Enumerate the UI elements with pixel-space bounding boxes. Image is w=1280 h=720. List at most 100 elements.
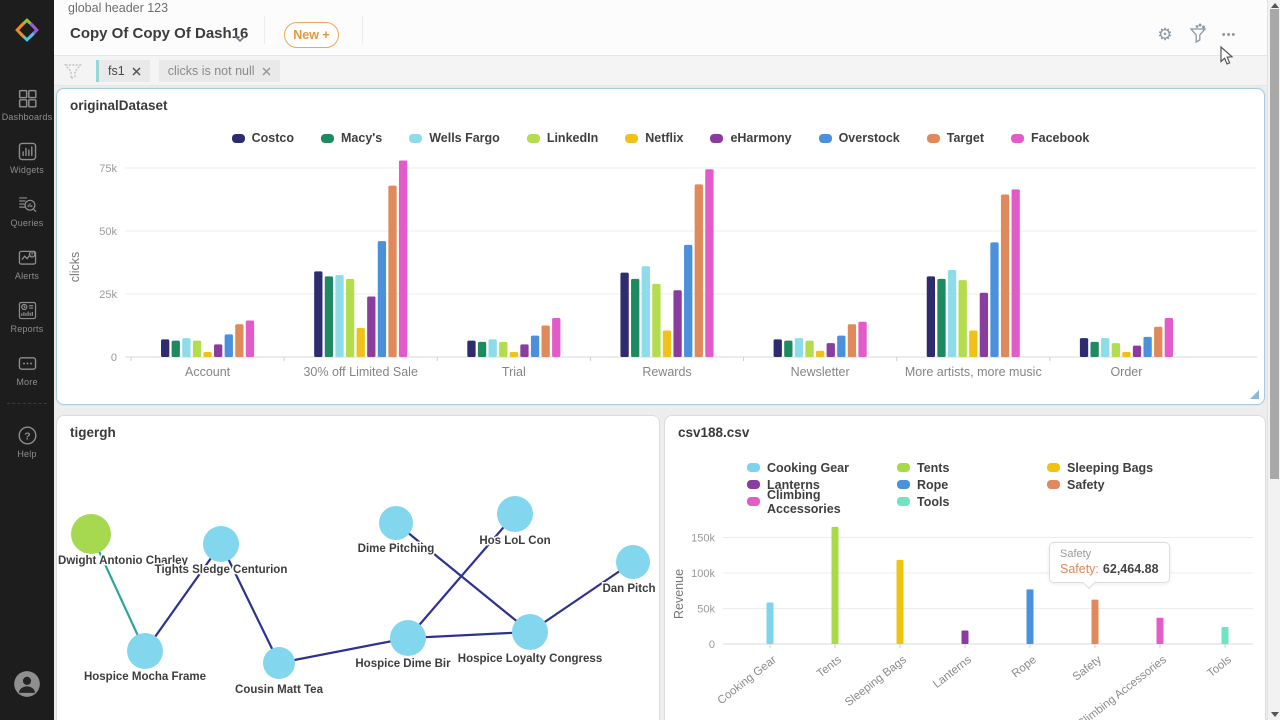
bar[interactable] xyxy=(1012,189,1020,357)
bar[interactable] xyxy=(832,527,839,644)
bar[interactable] xyxy=(897,560,904,644)
widget-csv188[interactable]: csv188.csv Cooking GearLanternsClimbing … xyxy=(664,415,1266,720)
bar[interactable] xyxy=(1133,346,1141,357)
dashboard-title[interactable]: Copy Of Copy Of Dash16 xyxy=(70,25,248,42)
bar[interactable] xyxy=(652,284,660,357)
bar[interactable] xyxy=(1143,337,1151,357)
bar[interactable] xyxy=(1092,600,1099,644)
legend-item[interactable]: Netflix xyxy=(625,131,683,145)
bar[interactable] xyxy=(1122,352,1130,357)
network-node[interactable] xyxy=(379,506,413,540)
network-node[interactable] xyxy=(71,514,111,554)
bar[interactable] xyxy=(695,184,703,357)
bar[interactable] xyxy=(182,338,190,357)
remove-filter-icon[interactable] xyxy=(262,67,271,76)
legend-item[interactable]: LinkedIn xyxy=(527,131,598,145)
bar[interactable] xyxy=(795,338,803,357)
bar[interactable] xyxy=(378,241,386,357)
bar[interactable] xyxy=(858,322,866,357)
legend-item[interactable]: Target xyxy=(927,131,984,145)
bar[interactable] xyxy=(805,341,813,357)
bar[interactable] xyxy=(631,279,639,357)
legend-item[interactable]: Sleeping Bags xyxy=(1047,459,1153,476)
bar[interactable] xyxy=(214,344,222,357)
sidebar-item-alerts[interactable]: Alerts xyxy=(0,237,54,290)
sidebar-item-dashboards[interactable]: Dashboards xyxy=(0,78,54,131)
bar[interactable] xyxy=(478,342,486,357)
legend-item[interactable]: Cooking Gear xyxy=(747,459,897,476)
bar[interactable] xyxy=(225,334,233,357)
bar[interactable] xyxy=(1165,318,1173,357)
scrollbar-thumb[interactable] xyxy=(1270,9,1279,479)
bar[interactable] xyxy=(467,341,475,357)
legend-item[interactable]: Safety xyxy=(1047,476,1153,493)
scrollbar-down-icon[interactable] xyxy=(1271,712,1279,717)
network-node[interactable] xyxy=(263,647,295,679)
user-avatar[interactable] xyxy=(13,670,41,698)
bar[interactable] xyxy=(962,631,969,644)
bar[interactable] xyxy=(314,271,322,357)
legend-item[interactable]: Rope xyxy=(897,476,1047,493)
network-node[interactable] xyxy=(512,614,548,650)
bar[interactable] xyxy=(684,245,692,357)
bar[interactable] xyxy=(927,276,935,357)
bar[interactable] xyxy=(388,186,396,357)
legend-item[interactable]: Costco xyxy=(232,131,294,145)
filter-chip[interactable]: clicks is not null xyxy=(159,60,280,82)
bar[interactable] xyxy=(1154,327,1162,357)
bar[interactable] xyxy=(531,336,539,357)
bar[interactable] xyxy=(1112,343,1120,357)
network-node[interactable] xyxy=(497,496,533,532)
bar[interactable] xyxy=(663,331,671,357)
widget-original-dataset[interactable]: originalDataset CostcoMacy'sWells FargoL… xyxy=(56,88,1265,405)
bar[interactable] xyxy=(848,324,856,357)
sidebar-item-help[interactable]: ? Help xyxy=(0,415,54,468)
bar[interactable] xyxy=(1027,589,1034,644)
bar[interactable] xyxy=(335,275,343,357)
bar[interactable] xyxy=(1157,618,1164,644)
bar[interactable] xyxy=(774,339,782,357)
bar[interactable] xyxy=(499,342,507,357)
bar[interactable] xyxy=(1101,338,1109,357)
bar[interactable] xyxy=(203,352,211,357)
legend-item[interactable]: Tools xyxy=(897,493,1047,510)
network-node[interactable] xyxy=(127,633,163,669)
bar[interactable] xyxy=(705,169,713,357)
scrollbar-up-icon[interactable] xyxy=(1271,3,1279,8)
legend-item[interactable]: Wells Fargo xyxy=(409,131,500,145)
bar[interactable] xyxy=(1001,194,1009,357)
bar[interactable] xyxy=(489,339,497,357)
network-node[interactable] xyxy=(390,620,426,656)
chevron-down-icon[interactable] xyxy=(234,30,246,48)
bar[interactable] xyxy=(827,343,835,357)
more-menu-icon[interactable]: ••• xyxy=(1218,24,1240,46)
legend-item[interactable]: Macy's xyxy=(321,131,382,145)
bar[interactable] xyxy=(172,341,180,357)
bar[interactable] xyxy=(367,297,375,357)
filter-chip[interactable]: fs1 xyxy=(96,60,150,82)
sidebar-item-reports[interactable]: Reports xyxy=(0,290,54,343)
bar[interactable] xyxy=(399,160,407,357)
bar[interactable] xyxy=(193,341,201,357)
app-logo-icon[interactable] xyxy=(13,16,41,44)
bar[interactable] xyxy=(980,293,988,357)
bar[interactable] xyxy=(959,280,967,357)
sidebar-item-queries[interactable]: Queries xyxy=(0,184,54,237)
filter-magic-icon[interactable] xyxy=(1187,22,1209,44)
bar[interactable] xyxy=(325,276,333,357)
bar[interactable] xyxy=(552,318,560,357)
bar[interactable] xyxy=(246,320,254,357)
bar[interactable] xyxy=(673,290,681,357)
widget-resize-handle[interactable] xyxy=(1250,390,1259,399)
network-node[interactable] xyxy=(203,526,239,562)
bar[interactable] xyxy=(948,270,956,357)
bar[interactable] xyxy=(235,324,243,357)
bar[interactable] xyxy=(837,336,845,357)
legend-item[interactable]: Facebook xyxy=(1011,131,1089,145)
bar[interactable] xyxy=(1222,627,1229,644)
bar[interactable] xyxy=(784,341,792,357)
new-button[interactable]: New + xyxy=(284,22,339,48)
legend-item[interactable]: eHarmony xyxy=(710,131,791,145)
legend-item[interactable]: Tents xyxy=(897,459,1047,476)
bar[interactable] xyxy=(520,344,528,357)
